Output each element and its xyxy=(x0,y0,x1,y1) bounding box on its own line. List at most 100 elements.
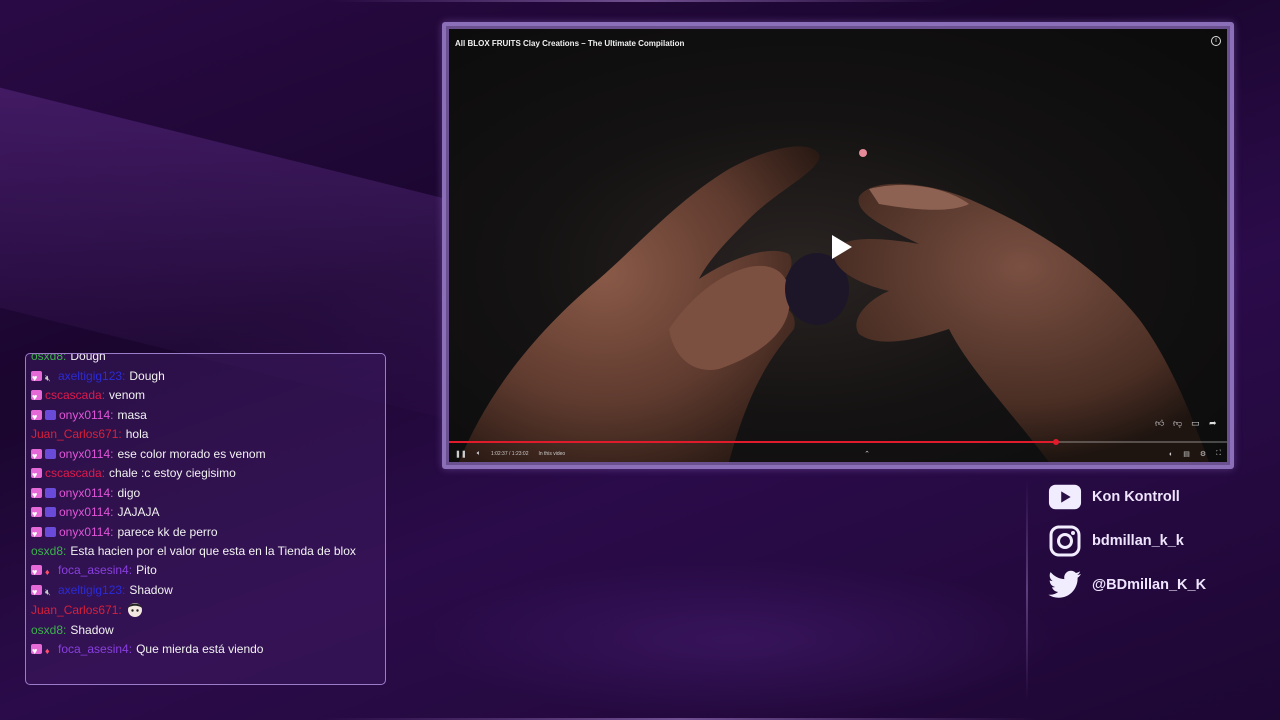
chat-username[interactable]: osxd8: xyxy=(31,544,66,558)
mute-badge-icon: 🔇︎ xyxy=(45,372,51,383)
pause-icon[interactable]: ❚❚ xyxy=(455,450,467,458)
chat-text: JAJAJA xyxy=(117,505,160,519)
chat-username[interactable]: Juan_Carlos671: xyxy=(31,603,122,617)
chat-text: Esta hacien por el valor que esta en la … xyxy=(70,544,356,558)
mute-badge-icon: 🔇︎ xyxy=(45,586,51,597)
gem-badge-icon xyxy=(45,448,56,459)
chat-message: ♦ foca_asesin4: Pito xyxy=(31,561,379,583)
chat-text: digo xyxy=(117,485,141,500)
chat-message: ♦ foca_asesin4: Que mierda está viendo xyxy=(31,640,379,662)
video-frame: All BLOX FRUITS Clay Creations – The Ult… xyxy=(442,22,1234,469)
heart-badge-icon xyxy=(31,447,42,466)
socials-divider xyxy=(1026,480,1028,700)
gem-badge-icon xyxy=(45,526,56,537)
chat-message: Juan_Carlos671: hola xyxy=(31,425,379,445)
chat-username[interactable]: onyx0114: xyxy=(59,525,114,539)
autoplay-toggle[interactable]: ◐ xyxy=(1169,451,1173,458)
video-player[interactable]: All BLOX FRUITS Clay Creations – The Ult… xyxy=(449,29,1227,462)
youtube-handle: Kon Kontroll xyxy=(1092,489,1180,505)
instagram-handle: bdmillan_k_k xyxy=(1092,533,1184,549)
chat-message: onyx0114:ese color morado es venom xyxy=(31,445,379,466)
progress-fill xyxy=(449,441,1056,443)
progress-knob[interactable] xyxy=(1052,439,1059,445)
chat-message: onyx0114:JAJAJA xyxy=(31,503,379,525)
chat-username[interactable]: onyx0114: xyxy=(59,486,114,500)
chat-message-list: osxd8: Dough 🔇︎ axeltigig123: Dough cscascada… xyxy=(31,353,379,662)
chat-username[interactable]: foca_asesin4: xyxy=(58,563,132,577)
info-icon[interactable]: i xyxy=(1211,36,1221,46)
chat-text: Pito xyxy=(136,563,157,577)
chat-message: cscascada: chale :c estoy ciegisimo xyxy=(31,464,379,486)
gem-badge-icon xyxy=(45,507,56,517)
chat-username[interactable]: osxd8: xyxy=(31,354,66,363)
chapter-label[interactable]: In this video xyxy=(538,451,565,457)
heart-badge-icon xyxy=(31,642,42,662)
chat-username[interactable]: foca_asesin4: xyxy=(58,642,132,656)
chat-username[interactable]: Juan_Carlos671: xyxy=(31,427,122,441)
expand-icon[interactable]: ⌃ xyxy=(864,450,870,458)
heart-badge-icon xyxy=(31,466,42,486)
dislike-icon[interactable]: 👎︎ xyxy=(1173,419,1183,429)
chat-text: chale :c estoy ciegisimo xyxy=(109,466,236,480)
chat-username[interactable]: cscascada: xyxy=(45,466,105,480)
volume-icon[interactable]: 🔈︎ xyxy=(477,450,481,458)
twitter-icon xyxy=(1048,570,1082,600)
gem-badge-icon xyxy=(45,487,56,498)
chat-text: Que mierda está viendo xyxy=(136,642,264,656)
heart-badge-icon xyxy=(31,408,42,427)
progress-bar[interactable] xyxy=(449,439,1227,445)
emote-icon xyxy=(126,600,144,618)
chat-message: cscascada: venom xyxy=(31,386,379,408)
subtitles-icon[interactable]: ▤ xyxy=(1183,450,1190,458)
video-controls: ❚❚ 🔈︎ 1:02:37 / 1:23:02 In this video ⌃ … xyxy=(449,447,1227,461)
chat-username[interactable]: cscascada: xyxy=(45,388,105,402)
chat-text: masa xyxy=(117,407,147,422)
heart-badge-icon xyxy=(31,583,42,602)
youtube-icon xyxy=(1048,482,1082,512)
social-youtube: Kon Kontroll xyxy=(1048,482,1180,512)
chat-username[interactable]: onyx0114: xyxy=(59,447,114,461)
chat-text: Dough xyxy=(129,368,165,383)
chat-message: 🔇︎ axeltigig123: Dough xyxy=(31,367,379,388)
gem-badge-icon xyxy=(45,409,56,420)
chat-message: onyx0114:parece kk de perro xyxy=(31,523,379,544)
heart-badge-icon xyxy=(31,486,42,505)
social-instagram: bdmillan_k_k xyxy=(1048,525,1184,557)
top-accent-line xyxy=(330,0,950,2)
comment-icon[interactable]: ▭ xyxy=(1191,419,1201,429)
chat-text: parece kk de perro xyxy=(117,524,218,539)
settings-icon[interactable]: ⚙ xyxy=(1200,450,1206,458)
chat-message: onyx0114:masa xyxy=(31,406,379,427)
chat-text: ese color morado es venom xyxy=(117,446,266,461)
twitter-handle: @BDmillan_K_K xyxy=(1092,577,1207,593)
diamond-badge-icon: ♦ xyxy=(45,567,50,577)
chat-message: 🔇︎ axeltigig123: Shadow xyxy=(31,581,379,602)
background-glow xyxy=(420,560,1060,720)
chat-message: osxd8: Dough xyxy=(31,353,379,367)
chat-username[interactable]: osxd8: xyxy=(31,623,66,637)
chat-text: Shadow xyxy=(129,582,173,597)
chat-text: venom xyxy=(109,388,146,402)
like-icon[interactable]: 👍︎ xyxy=(1155,419,1165,429)
chat-message: osxd8: Shadow xyxy=(31,621,379,641)
video-action-icons: 👍︎ 👎︎ ▭ ➦ xyxy=(1155,419,1219,429)
heart-badge-icon xyxy=(31,369,42,388)
chat-username[interactable]: axeltigig123: xyxy=(58,583,125,597)
chat-text: Shadow xyxy=(70,622,114,637)
video-title: All BLOX FRUITS Clay Creations – The Ult… xyxy=(455,39,685,48)
chat-username[interactable]: onyx0114: xyxy=(59,505,114,519)
heart-badge-icon xyxy=(31,525,42,544)
fullscreen-icon[interactable]: ⛶ xyxy=(1216,450,1221,458)
chat-text: Dough xyxy=(70,353,106,363)
chat-username[interactable]: axeltigig123: xyxy=(58,369,125,383)
video-time: 1:02:37 / 1:23:02 xyxy=(490,451,529,457)
heart-badge-icon xyxy=(31,388,42,408)
heart-badge-icon xyxy=(31,505,42,525)
chat-message: onyx0114:digo xyxy=(31,484,379,505)
share-icon[interactable]: ➦ xyxy=(1209,419,1219,429)
play-icon[interactable] xyxy=(821,229,857,265)
chat-message: osxd8: Esta hacien por el valor que esta … xyxy=(31,542,379,561)
chat-username[interactable]: onyx0114: xyxy=(59,408,114,422)
social-twitter: @BDmillan_K_K xyxy=(1048,570,1206,600)
chat-message: Juan_Carlos671: xyxy=(31,600,379,621)
